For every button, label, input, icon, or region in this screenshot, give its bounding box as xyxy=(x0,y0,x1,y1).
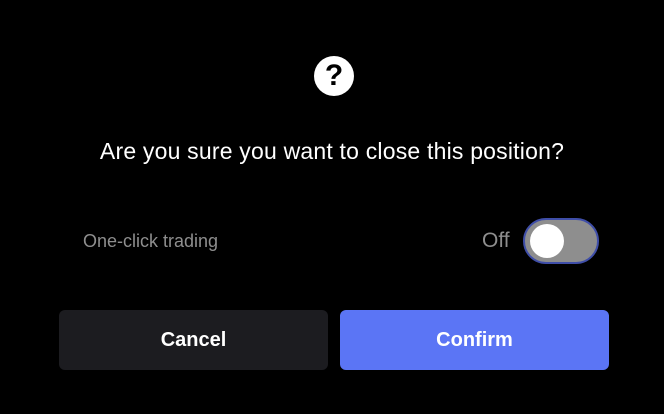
one-click-trading-label: One-click trading xyxy=(83,231,219,251)
dialog-title: Are you sure you want to close this posi… xyxy=(99,138,565,164)
question-mark-glyph: ? xyxy=(324,59,344,92)
confirm-button[interactable]: Confirm xyxy=(340,310,609,370)
toggle-knob xyxy=(530,224,564,258)
one-click-trading-toggle[interactable] xyxy=(523,218,599,264)
toggle-state-text: Off xyxy=(482,229,510,252)
question-circle-icon: ? xyxy=(314,56,354,96)
one-click-trading-row: One-click trading Off xyxy=(83,216,601,266)
close-position-dialog: ? Are you sure you want to close this po… xyxy=(0,0,664,414)
cancel-button[interactable]: Cancel xyxy=(59,310,328,370)
